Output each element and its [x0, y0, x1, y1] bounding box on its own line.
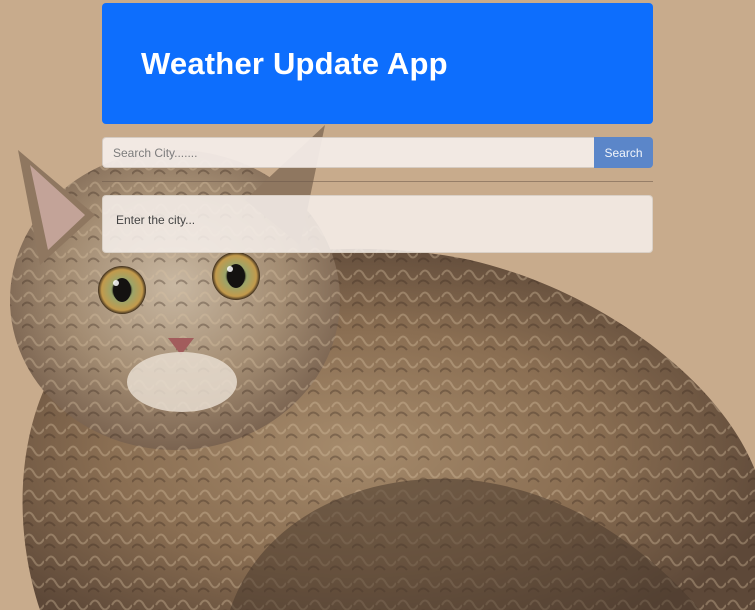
divider: [102, 181, 653, 182]
weather-app: Weather Update App Search Enter the city…: [102, 3, 653, 253]
app-header: Weather Update App: [102, 3, 653, 124]
page-title: Weather Update App: [141, 45, 448, 81]
result-message: Enter the city...: [116, 213, 196, 227]
search-bar: Search: [102, 137, 653, 168]
result-panel: Enter the city...: [102, 195, 653, 253]
search-input[interactable]: [102, 137, 594, 168]
search-button[interactable]: Search: [594, 137, 653, 168]
